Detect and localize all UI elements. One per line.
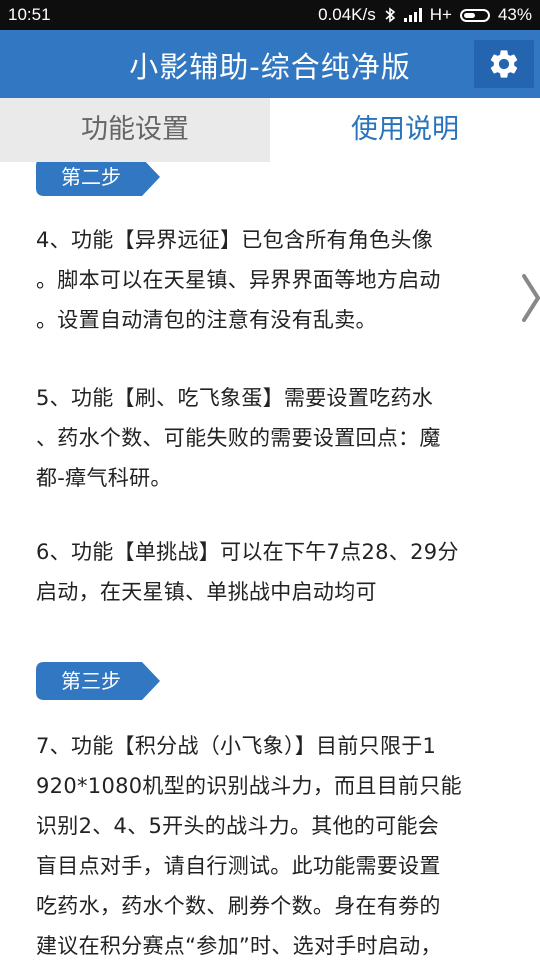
tab-instructions[interactable]: 使用说明 xyxy=(270,98,540,162)
text-line: 920*1080机型的识别战斗力，而且目前只能 xyxy=(36,774,462,798)
text-line: 都-瘴气科研。 xyxy=(36,466,172,490)
text-line: 4、功能【异界远征】已包含所有角色头像 xyxy=(36,228,434,252)
step-2-label: 第二步 xyxy=(61,165,121,189)
battery-icon xyxy=(459,8,490,22)
battery-level: 43% xyxy=(497,5,532,24)
app-title: 小影辅助-综合纯净版 xyxy=(129,50,411,84)
text-line: 6、功能【单挑战】可以在下午7点28、29分 xyxy=(36,540,459,564)
bluetooth-icon xyxy=(385,7,396,23)
paragraph-6: 6、功能【单挑战】可以在下午7点28、29分 启动，在天星镇、单挑战中启动均可 xyxy=(36,532,506,612)
tab-bar: 功能设置 使用说明 xyxy=(0,98,540,162)
network-speed: 0.04K/s xyxy=(318,5,376,24)
step-3-label: 第三步 xyxy=(61,669,121,693)
instructions-content[interactable]: 第二步 4、功能【异界远征】已包含所有角色头像 。脚本可以在天星镇、异界界面等地… xyxy=(0,162,540,960)
app-bar: 小影辅助-综合纯净版 xyxy=(0,30,540,98)
text-line: 盲目点对手，请自行测试。此功能需要设置 xyxy=(36,854,441,878)
text-line: 7、功能【积分战（小飞象）】目前只限于1 xyxy=(36,734,437,758)
text-line: 吃药水，药水个数、刷券个数。身在有劵的 xyxy=(36,894,441,918)
step-3-badge: 第三步 xyxy=(36,662,160,700)
text-line: 、药水个数、可能失败的需要设置回点：魔 xyxy=(36,426,441,450)
network-type: H+ xyxy=(429,5,452,24)
settings-button[interactable] xyxy=(474,40,534,88)
text-line: 启动，在天星镇、单挑战中启动均可 xyxy=(36,580,377,604)
status-bar: 10:51 0.04K/s H+ 43% xyxy=(0,0,540,30)
text-line: 。脚本可以在天星镇、异界界面等地方启动 xyxy=(36,268,441,292)
gear-icon xyxy=(490,50,518,78)
status-right: 0.04K/s H+ 43% xyxy=(318,5,532,25)
text-line: 。设置自动清包的注意有没有乱卖。 xyxy=(36,308,377,332)
paragraph-5: 5、功能【刷、吃飞象蛋】需要设置吃药水 、药水个数、可能失败的需要设置回点：魔 … xyxy=(36,378,506,498)
paragraph-4: 4、功能【异界远征】已包含所有角色头像 。脚本可以在天星镇、异界界面等地方启动 … xyxy=(36,220,506,340)
signal-icon xyxy=(403,8,422,22)
text-line: 识别2、4、5开头的战斗力。其他的可能会 xyxy=(36,814,440,838)
step-2-badge: 第二步 xyxy=(36,162,160,196)
text-line: 建议在积分赛点“参加”时、选对手时启动， xyxy=(36,934,442,958)
paragraph-7: 7、功能【积分战（小飞象）】目前只限于1 920*1080机型的识别战斗力，而且… xyxy=(36,726,506,960)
tab-settings[interactable]: 功能设置 xyxy=(0,98,270,162)
text-line: 5、功能【刷、吃飞象蛋】需要设置吃药水 xyxy=(36,386,434,410)
status-time: 10:51 xyxy=(8,5,51,24)
side-handle-icon[interactable] xyxy=(520,270,540,326)
